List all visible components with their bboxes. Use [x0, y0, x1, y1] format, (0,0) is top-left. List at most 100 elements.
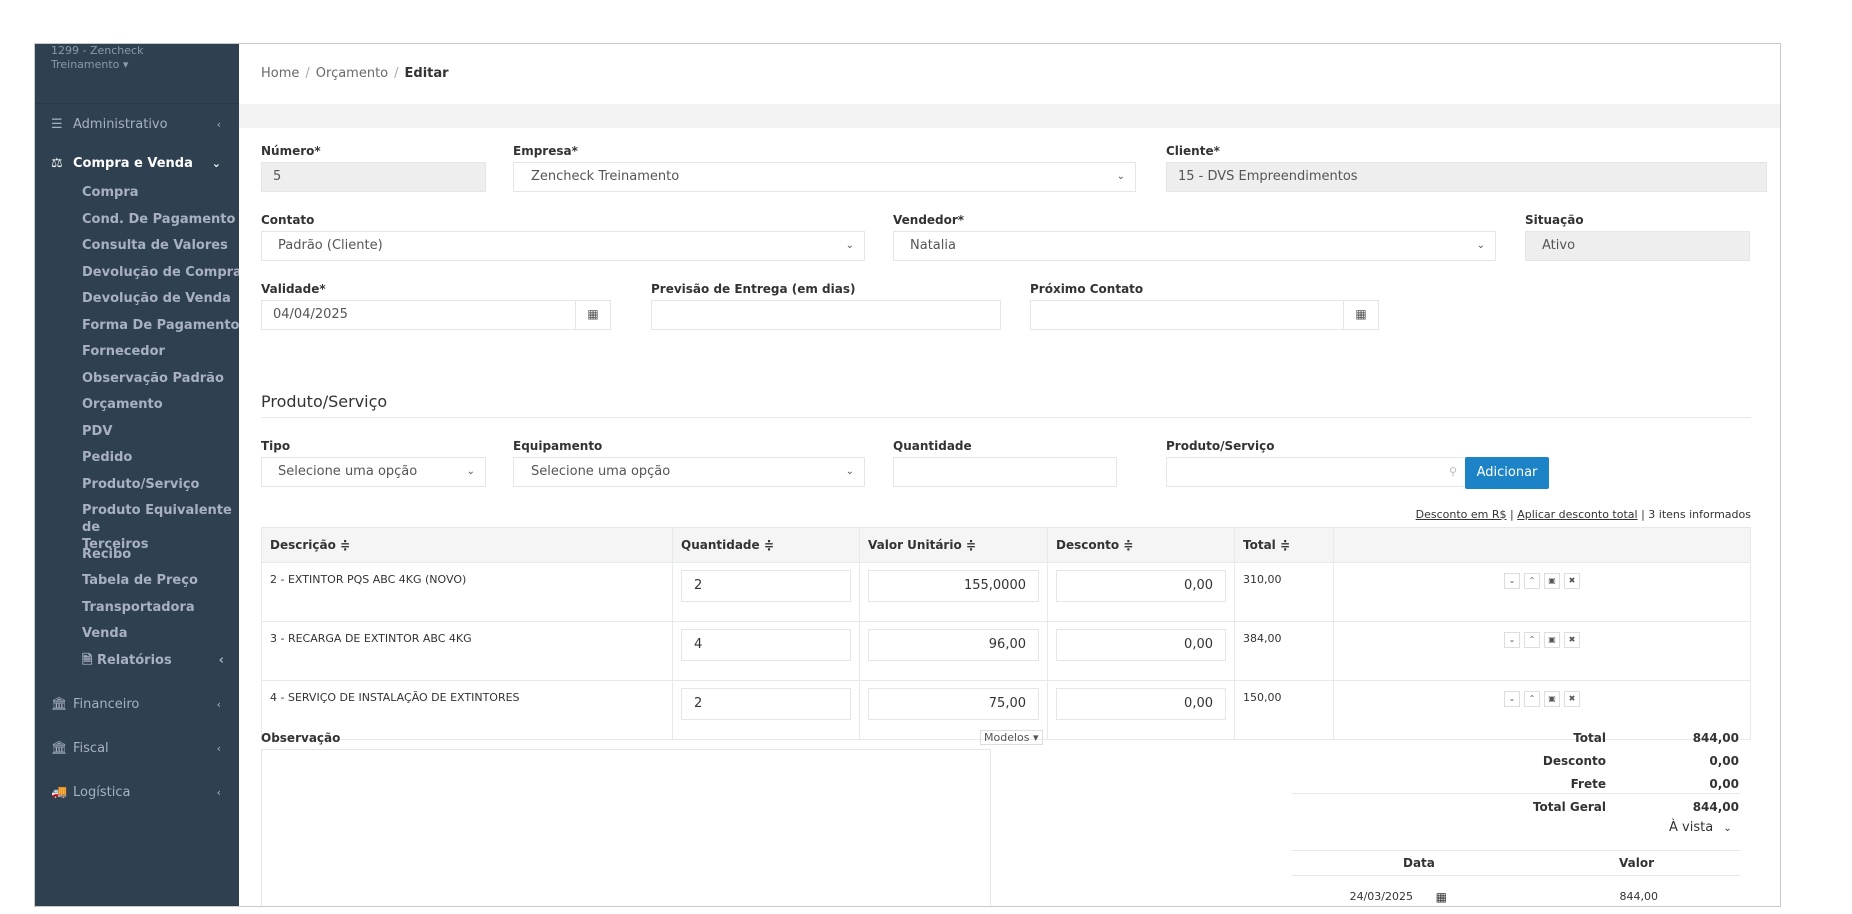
- calendar-icon[interactable]: ▦: [1436, 881, 1447, 906]
- equipamento-value: Selecione uma opção: [531, 464, 671, 479]
- divider: [1292, 793, 1740, 794]
- truck-icon: 🚚: [51, 784, 68, 800]
- items-table: Descrição ≑ Quantidade ≑ Valor Unitário …: [261, 527, 1751, 740]
- sidebar-subitem-produto-servico[interactable]: Produto/Serviço: [82, 476, 239, 493]
- delete-icon[interactable]: ✖: [1564, 573, 1580, 589]
- row-qty-input[interactable]: 2: [681, 688, 851, 720]
- sidebar-item-logistica[interactable]: 🚚 Logística ‹: [35, 777, 239, 807]
- produto-search-input[interactable]: [1166, 457, 1466, 487]
- table-header-row: Descrição ≑ Quantidade ≑ Valor Unitário …: [261, 527, 1751, 563]
- delete-icon[interactable]: ✖: [1564, 632, 1580, 648]
- sidebar-subitem-fornecedor[interactable]: Fornecedor: [82, 343, 239, 360]
- user-dropdown[interactable]: 1299 - Zencheck Treinamento ▾: [35, 44, 239, 104]
- chevron-down-icon: ⌄: [466, 466, 475, 477]
- modelos-dropdown[interactable]: Modelos ▾: [980, 730, 1043, 745]
- divider: [1292, 875, 1740, 876]
- row-discount-input[interactable]: 0,00: [1056, 629, 1226, 661]
- sidebar-subitem-pdv[interactable]: PDV: [82, 423, 239, 440]
- sidebar-item-fiscal[interactable]: 🏛 Fiscal ‹: [35, 733, 239, 763]
- row-discount-input[interactable]: 0,00: [1056, 688, 1226, 720]
- col-total[interactable]: Total ≑: [1234, 527, 1334, 563]
- vendedor-label: Vendedor*: [893, 213, 965, 227]
- page-gap: [239, 104, 1780, 128]
- row-unit-input[interactable]: 75,00: [868, 688, 1039, 720]
- equipamento-select[interactable]: Selecione uma opção ⌄: [513, 457, 865, 487]
- divider: [1292, 850, 1740, 851]
- breadcrumb-home[interactable]: Home: [261, 66, 299, 81]
- col-quantidade[interactable]: Quantidade ≑: [672, 527, 860, 563]
- col-descricao[interactable]: Descrição ≑: [261, 527, 673, 563]
- numero-field[interactable]: 5: [261, 162, 486, 192]
- main-content: Número* 5 Empresa* Zencheck Treinamento …: [239, 128, 1780, 906]
- sidebar-subitem-consulta-valores[interactable]: Consulta de Valores: [82, 237, 239, 254]
- sidebar-item-compra-venda[interactable]: ⚖ Compra e Venda ⌄: [35, 148, 239, 178]
- proximo-contato-field[interactable]: ▦: [1030, 300, 1379, 330]
- sidebar-subitem-transportadora[interactable]: Transportadora: [82, 599, 239, 616]
- situacao-field[interactable]: Ativo: [1525, 231, 1750, 261]
- user-company-toggle[interactable]: Treinamento ▾: [51, 58, 223, 72]
- move-up-icon[interactable]: ⌃: [1524, 632, 1540, 648]
- desconto-em-reais-link[interactable]: Desconto em R$: [1416, 508, 1507, 521]
- move-down-icon[interactable]: ⌄: [1504, 691, 1520, 707]
- sidebar-subitem-recibo[interactable]: Recibo: [82, 546, 239, 563]
- chevron-left-icon: ‹: [216, 697, 221, 711]
- cliente-label: Cliente*: [1166, 144, 1220, 158]
- row-discount-input[interactable]: 0,00: [1056, 570, 1226, 602]
- add-button[interactable]: Adicionar: [1465, 457, 1549, 489]
- payment-type-select[interactable]: À vista ⌄: [1669, 820, 1732, 835]
- bank-icon: 🏛: [51, 696, 68, 712]
- parcela-data-field[interactable]: 24/03/2025 ▦: [1301, 881, 1451, 906]
- quantidade-label: Quantidade: [893, 439, 972, 453]
- contato-select[interactable]: Padrão (Cliente) ⌄: [261, 231, 865, 261]
- row-qty-input[interactable]: 2: [681, 570, 851, 602]
- sidebar-subitem-compra[interactable]: Compra: [82, 184, 239, 201]
- sidebar-subitem-pedido[interactable]: Pedido: [82, 449, 239, 466]
- chevron-down-icon: ⌄: [211, 156, 221, 170]
- sidebar-subitem-relatorios[interactable]: 🗎 Relatórios ‹: [82, 652, 239, 669]
- observacao-textarea[interactable]: [261, 749, 991, 906]
- divider: [261, 417, 1751, 418]
- money-icon[interactable]: ▣: [1544, 573, 1560, 589]
- delete-icon[interactable]: ✖: [1564, 691, 1580, 707]
- sidebar-item-label: Logística: [73, 784, 131, 800]
- previsao-field[interactable]: [651, 300, 1001, 330]
- move-down-icon[interactable]: ⌄: [1504, 632, 1520, 648]
- col-valor-unitario[interactable]: Valor Unitário ≑: [859, 527, 1048, 563]
- sidebar-subitem-forma-pagamento[interactable]: Forma De Pagamento: [82, 317, 239, 334]
- money-icon[interactable]: ▣: [1544, 691, 1560, 707]
- sidebar-item-administrativo[interactable]: ☰ Administrativo ‹: [35, 109, 239, 139]
- validade-field[interactable]: 04/04/2025 ▦: [261, 300, 611, 330]
- produto-servico-label: Produto/Serviço: [1166, 439, 1275, 453]
- tipo-select[interactable]: Selecione uma opção ⌄: [261, 457, 486, 487]
- sidebar-subitem-cond-pagamento[interactable]: Cond. De Pagamento: [82, 211, 239, 228]
- sidebar-subitem-devolucao-compra[interactable]: Devolução de Compra: [82, 264, 239, 281]
- previsao-label: Previsão de Entrega (em dias): [651, 282, 856, 296]
- row-unit-input[interactable]: 96,00: [868, 629, 1039, 661]
- chevron-down-icon: ⌄: [1116, 171, 1125, 182]
- breadcrumb-orcamento[interactable]: Orçamento: [316, 66, 388, 81]
- move-up-icon[interactable]: ⌃: [1524, 573, 1540, 589]
- aplicar-desconto-total-link[interactable]: Aplicar desconto total: [1517, 508, 1637, 521]
- calendar-icon[interactable]: ▦: [1343, 301, 1378, 329]
- move-down-icon[interactable]: ⌄: [1504, 573, 1520, 589]
- links-separator: |: [1641, 508, 1645, 521]
- move-up-icon[interactable]: ⌃: [1524, 691, 1540, 707]
- empresa-select[interactable]: Zencheck Treinamento ⌄: [513, 162, 1136, 192]
- sidebar-item-financeiro[interactable]: 🏛 Financeiro ‹: [35, 689, 239, 719]
- sidebar-subitem-venda[interactable]: Venda: [82, 625, 239, 642]
- sidebar-subitem-devolucao-venda[interactable]: Devolução de Venda: [82, 290, 239, 307]
- row-qty-input[interactable]: 4: [681, 629, 851, 661]
- calendar-icon[interactable]: ▦: [575, 301, 610, 329]
- sidebar-subitem-tabela-preco[interactable]: Tabela de Preço: [82, 572, 239, 589]
- breadcrumb-current: Editar: [404, 66, 449, 81]
- sidebar-subitem-orcamento[interactable]: Orçamento: [82, 396, 239, 413]
- money-icon[interactable]: ▣: [1544, 632, 1560, 648]
- quantidade-field[interactable]: [893, 457, 1117, 487]
- parcela-valor-field[interactable]: 844,00: [1488, 881, 1664, 906]
- cliente-field[interactable]: 15 - DVS Empreendimentos: [1166, 162, 1767, 192]
- sidebar-subitem-observacao-padrao[interactable]: Observação Padrão: [82, 370, 239, 387]
- col-desconto[interactable]: Desconto ≑: [1047, 527, 1235, 563]
- row-unit-input[interactable]: 155,0000: [868, 570, 1039, 602]
- vendedor-select[interactable]: Natalia ⌄: [893, 231, 1496, 261]
- payment-type-value: À vista: [1669, 820, 1714, 835]
